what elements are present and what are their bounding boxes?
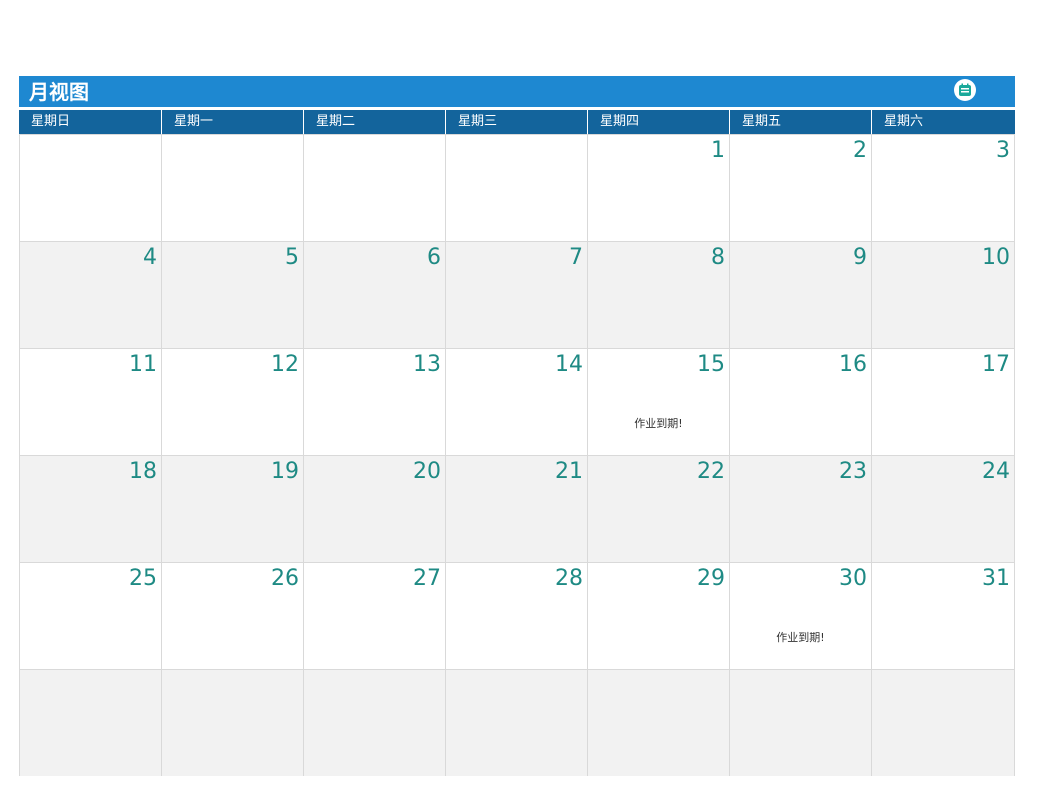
day-number: 18 — [129, 459, 157, 484]
day-cell[interactable]: 18 — [19, 456, 161, 562]
day-cell[interactable] — [161, 135, 303, 241]
month-calendar: 月视图 星期日 星期一 星期二 星期三 星期四 星期五 星期六 1 2 3 4 5 6 7 8 9 10 11 1… — [19, 76, 1015, 776]
day-cell[interactable] — [303, 670, 445, 776]
day-number: 4 — [143, 245, 157, 270]
event-note[interactable]: 作业到期! — [588, 415, 729, 431]
day-cell[interactable]: 5 — [161, 242, 303, 348]
day-cell[interactable]: 21 — [445, 456, 587, 562]
day-cell[interactable]: 22 — [587, 456, 729, 562]
day-number: 28 — [555, 566, 583, 591]
day-number: 12 — [271, 352, 299, 377]
day-cell[interactable]: 10 — [871, 242, 1015, 348]
day-cell[interactable]: 28 — [445, 563, 587, 669]
day-cell[interactable] — [161, 670, 303, 776]
day-cell[interactable]: 12 — [161, 349, 303, 455]
day-cell[interactable] — [445, 135, 587, 241]
day-cell[interactable] — [445, 670, 587, 776]
day-cell[interactable]: 25 — [19, 563, 161, 669]
day-number: 30 — [839, 566, 867, 591]
weekday-header: 星期六 — [871, 110, 1015, 134]
week-row: 11 12 13 14 15 作业到期! 16 17 — [19, 348, 1015, 455]
calendar-button[interactable] — [954, 79, 976, 101]
weekday-header: 星期四 — [587, 110, 729, 134]
day-number: 10 — [982, 245, 1010, 270]
day-number: 2 — [853, 138, 867, 163]
day-cell[interactable]: 17 — [871, 349, 1015, 455]
day-number: 31 — [982, 566, 1010, 591]
calendar-grid: 1 2 3 4 5 6 7 8 9 10 11 12 13 14 15 作业到期! 16 17 18 19 20 21 22… — [19, 134, 1015, 776]
week-row: 1 2 3 — [19, 134, 1015, 241]
day-cell[interactable]: 27 — [303, 563, 445, 669]
day-number: 1 — [711, 138, 725, 163]
day-cell[interactable] — [871, 670, 1015, 776]
day-cell[interactable]: 14 — [445, 349, 587, 455]
day-cell[interactable]: 31 — [871, 563, 1015, 669]
day-number: 14 — [555, 352, 583, 377]
day-number: 5 — [285, 245, 299, 270]
day-cell[interactable]: 30 作业到期! — [729, 563, 871, 669]
day-cell[interactable] — [19, 135, 161, 241]
weekday-header: 星期日 — [31, 114, 71, 129]
day-cell[interactable]: 19 — [161, 456, 303, 562]
day-cell[interactable]: 16 — [729, 349, 871, 455]
day-cell[interactable]: 26 — [161, 563, 303, 669]
weekday-header: 星期三 — [445, 110, 587, 134]
day-cell[interactable]: 29 — [587, 563, 729, 669]
day-cell[interactable]: 2 — [729, 135, 871, 241]
day-number: 20 — [413, 459, 441, 484]
week-row — [19, 669, 1015, 776]
day-number: 15 — [697, 352, 725, 377]
day-cell[interactable]: 24 — [871, 456, 1015, 562]
day-number: 26 — [271, 566, 299, 591]
day-cell[interactable] — [729, 670, 871, 776]
day-number: 11 — [129, 352, 157, 377]
page-title: 月视图 — [29, 80, 89, 104]
day-cell[interactable] — [587, 670, 729, 776]
day-cell[interactable]: 9 — [729, 242, 871, 348]
week-row: 4 5 6 7 8 9 10 — [19, 241, 1015, 348]
day-cell[interactable]: 3 — [871, 135, 1015, 241]
day-cell[interactable]: 23 — [729, 456, 871, 562]
day-number: 29 — [697, 566, 725, 591]
day-number: 22 — [697, 459, 725, 484]
day-number: 3 — [996, 138, 1010, 163]
day-number: 25 — [129, 566, 157, 591]
day-number: 7 — [569, 245, 583, 270]
day-number: 13 — [413, 352, 441, 377]
day-cell[interactable]: 4 — [19, 242, 161, 348]
day-number: 27 — [413, 566, 441, 591]
day-cell[interactable]: 1 — [587, 135, 729, 241]
day-number: 17 — [982, 352, 1010, 377]
day-number: 23 — [839, 459, 867, 484]
week-row: 25 26 27 28 29 30 作业到期! 31 — [19, 562, 1015, 669]
day-cell[interactable]: 8 — [587, 242, 729, 348]
weekday-header: 星期五 — [729, 110, 871, 134]
week-row: 18 19 20 21 22 23 24 — [19, 455, 1015, 562]
day-number: 19 — [271, 459, 299, 484]
day-cell[interactable]: 20 — [303, 456, 445, 562]
day-cell[interactable]: 15 作业到期! — [587, 349, 729, 455]
weekday-header: 星期二 — [303, 110, 445, 134]
day-number: 21 — [555, 459, 583, 484]
day-number: 24 — [982, 459, 1010, 484]
day-cell[interactable]: 13 — [303, 349, 445, 455]
weekday-header: 星期一 — [161, 110, 303, 134]
day-cell[interactable]: 11 — [19, 349, 161, 455]
day-number: 16 — [839, 352, 867, 377]
day-number: 6 — [427, 245, 441, 270]
event-note[interactable]: 作业到期! — [730, 629, 871, 645]
day-cell[interactable] — [303, 135, 445, 241]
title-bar: 月视图 — [19, 76, 1015, 107]
weekday-header-row: 星期日 星期一 星期二 星期三 星期四 星期五 星期六 — [19, 110, 1015, 134]
day-number: 9 — [853, 245, 867, 270]
day-cell[interactable]: 7 — [445, 242, 587, 348]
day-cell[interactable] — [19, 670, 161, 776]
calendar-icon — [959, 83, 971, 96]
day-cell[interactable]: 6 — [303, 242, 445, 348]
day-number: 8 — [711, 245, 725, 270]
